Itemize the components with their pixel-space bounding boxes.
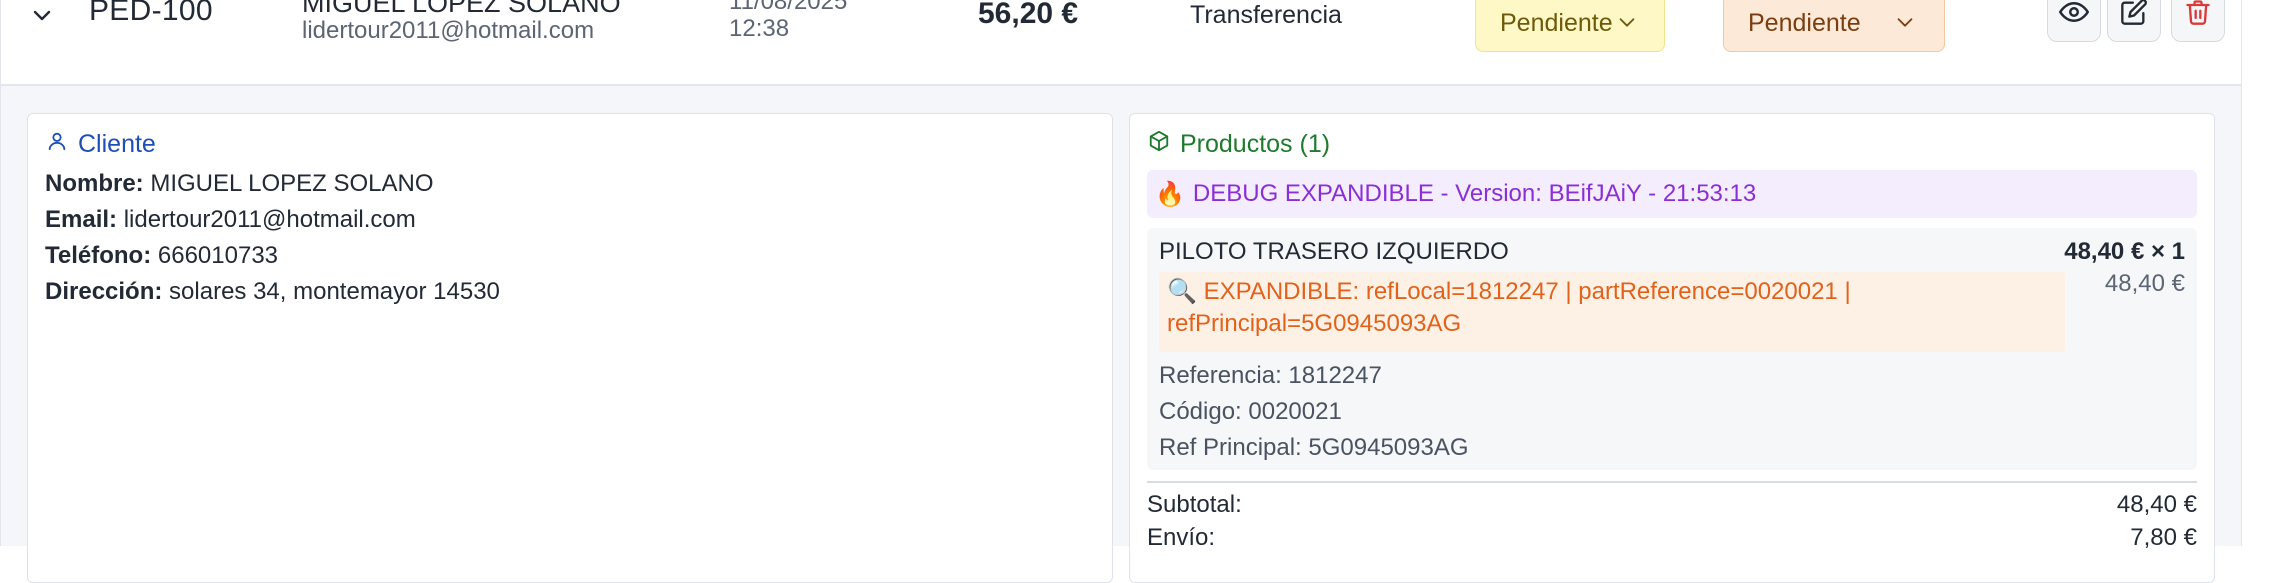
debug-banner: 🔥 DEBUG EXPANDIBLE - Version: BEifJAiY -… [1147, 170, 2197, 218]
box-icon [1148, 130, 1170, 159]
payment-status-select[interactable]: Pendiente [1475, 0, 1665, 52]
order-total: 56,20 € [978, 0, 1079, 30]
edit-button[interactable] [2107, 0, 2161, 42]
edit-icon [2120, 0, 2148, 31]
debug-banner-text: DEBUG EXPANDIBLE - Version: BEifJAiY - 2… [1192, 180, 1757, 207]
product-item: PILOTO TRASERO IZQUIERDO 48,40 € × 1 48,… [1147, 228, 2197, 470]
order-detail-panel: Cliente Nombre: MIGUEL LOPEZ SOLANO Emai… [0, 86, 2242, 583]
client-email-label: Email: [45, 206, 118, 233]
expandible-debug: 🔍 EXPANDIBLE: refLocal=1812247 | partRef… [1159, 272, 2065, 352]
client-address-value: solares 34, montemayor 14530 [169, 278, 500, 305]
order-id: PED-100 [89, 0, 213, 27]
customer-email: lidertour2011@hotmail.com [302, 17, 595, 44]
view-button[interactable] [2047, 0, 2101, 42]
user-icon [46, 130, 68, 159]
client-card-title: Cliente [78, 130, 156, 158]
shipping-value: 7,80 € [2130, 524, 2197, 551]
product-price-qty: 48,40 € × 1 [2064, 238, 2185, 265]
order-status-value: Pendiente [1748, 8, 1861, 37]
client-card-header: Cliente [46, 130, 156, 159]
client-phone-value: 666010733 [157, 242, 279, 269]
order-status-select[interactable]: Pendiente [1723, 0, 1945, 52]
client-name-label: Nombre: [45, 170, 144, 197]
product-unit-price: 48,40 € [2104, 270, 2185, 297]
order-date: 11/08/2025 [729, 0, 848, 15]
product-reference: Referencia: 1812247 [1159, 362, 1382, 389]
products-card-header: Productos (1) [1148, 130, 1330, 159]
product-main-ref: Ref Principal: 5G0945093AG [1159, 434, 1469, 461]
client-address-label: Dirección: [45, 278, 163, 305]
fire-icon: 🔥 [1155, 180, 1185, 208]
magnifier-icon: 🔍 [1167, 278, 1197, 305]
chevron-down-icon [1894, 11, 1916, 40]
chevron-down-icon [1616, 11, 1638, 40]
order-time: 12:38 [729, 15, 790, 42]
payment-method: Transferencia [1190, 1, 1342, 29]
client-phone-label: Teléfono: [45, 242, 152, 269]
products-card-title: Productos (1) [1180, 130, 1331, 158]
delete-button[interactable] [2171, 0, 2225, 42]
subtotal-value: 48,40 € [2116, 491, 2197, 518]
client-phone-line: Teléfono: 666010733 [45, 242, 278, 270]
summary-divider [1147, 481, 2197, 483]
order-row[interactable]: PED-100 MIGUEL LOPEZ SOLANO lidertour201… [0, 0, 2242, 86]
client-email-value: lidertour2011@hotmail.com [123, 206, 416, 233]
subtotal-label: Subtotal: [1147, 491, 1242, 518]
client-email-line: Email: lidertour2011@hotmail.com [45, 206, 416, 234]
product-code: Código: 0020021 [1159, 398, 1342, 425]
expandible-debug-text: EXPANDIBLE: refLocal=1812247 | partRefer… [1167, 278, 1851, 337]
client-name-line: Nombre: MIGUEL LOPEZ SOLANO [45, 170, 434, 198]
eye-icon [2059, 0, 2089, 32]
payment-status-value: Pendiente [1500, 8, 1613, 37]
client-name-value: MIGUEL LOPEZ SOLANO [150, 170, 434, 197]
client-card: Cliente Nombre: MIGUEL LOPEZ SOLANO Emai… [27, 113, 1113, 583]
chevron-down-icon[interactable] [27, 0, 57, 30]
shipping-label: Envío: [1147, 524, 1216, 551]
product-name: PILOTO TRASERO IZQUIERDO [1159, 238, 1509, 265]
client-address-line: Dirección: solares 34, montemayor 14530 [45, 278, 500, 306]
trash-icon [2184, 0, 2212, 31]
products-card: Productos (1) 🔥 DEBUG EXPANDIBLE - Versi… [1129, 113, 2215, 583]
